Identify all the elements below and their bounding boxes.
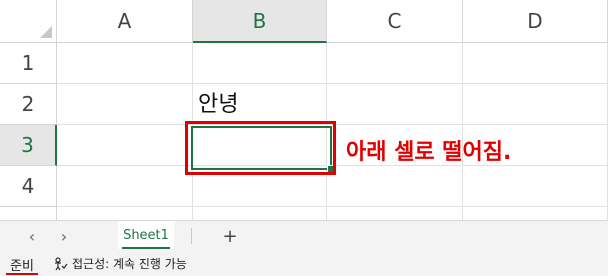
cell-d5[interactable] <box>463 207 608 220</box>
column-header-a[interactable]: A <box>57 0 193 43</box>
status-ready: 준비 <box>10 259 34 274</box>
row-header-1[interactable]: 1 <box>0 43 57 84</box>
prev-sheet-icon[interactable]: ‹ <box>22 226 42 246</box>
ready-underline <box>6 273 38 275</box>
spreadsheet-grid: A B C D 1 2 3 4 안녕 아래 셀로 떨어짐. <box>0 0 608 220</box>
cell-a2[interactable] <box>57 84 193 125</box>
tab-divider <box>191 228 192 244</box>
cell-c5[interactable] <box>327 207 463 220</box>
cell-a4[interactable] <box>57 166 193 207</box>
row-header-5[interactable] <box>0 207 57 220</box>
column-header-d[interactable]: D <box>463 0 608 43</box>
accessibility-icon <box>55 256 68 270</box>
cell-c4[interactable] <box>327 166 463 207</box>
accessibility-status[interactable]: 접근성: 계속 진행 가능 <box>54 255 187 272</box>
column-header-b[interactable]: B <box>193 0 327 43</box>
next-sheet-icon[interactable]: › <box>54 226 74 246</box>
select-all-corner[interactable] <box>0 0 57 43</box>
cell-d1[interactable] <box>463 43 608 84</box>
cell-b1[interactable] <box>193 43 327 84</box>
cell-c2[interactable] <box>327 84 463 125</box>
accessibility-label: 접근성: 계속 진행 가능 <box>72 257 187 271</box>
status-bar: 준비 접근성: 계속 진행 가능 <box>0 252 608 276</box>
select-all-triangle-icon <box>40 26 52 38</box>
cell-b2-value: 안녕 <box>198 92 239 117</box>
annotation-text: 아래 셀로 떨어짐. <box>346 140 512 165</box>
add-sheet-button[interactable]: + <box>219 225 241 247</box>
cell-a1[interactable] <box>57 43 193 84</box>
row-header-2[interactable]: 2 <box>0 84 57 125</box>
cell-c1[interactable] <box>327 43 463 84</box>
row-header-3[interactable]: 3 <box>0 125 57 166</box>
column-header-c[interactable]: C <box>327 0 463 43</box>
annotation-highlight-box <box>185 121 336 175</box>
cell-b5[interactable] <box>193 207 327 220</box>
row-header-4[interactable]: 4 <box>0 166 57 207</box>
sheet-tab-sheet1[interactable]: Sheet1 <box>118 221 174 249</box>
cell-d4[interactable] <box>463 166 608 207</box>
active-sheet-indicator <box>122 247 170 249</box>
cell-a5[interactable] <box>57 207 193 220</box>
sheet-tab-bar: ‹ › Sheet1 + <box>0 220 608 252</box>
cell-d2[interactable] <box>463 84 608 125</box>
cell-a3[interactable] <box>57 125 193 166</box>
